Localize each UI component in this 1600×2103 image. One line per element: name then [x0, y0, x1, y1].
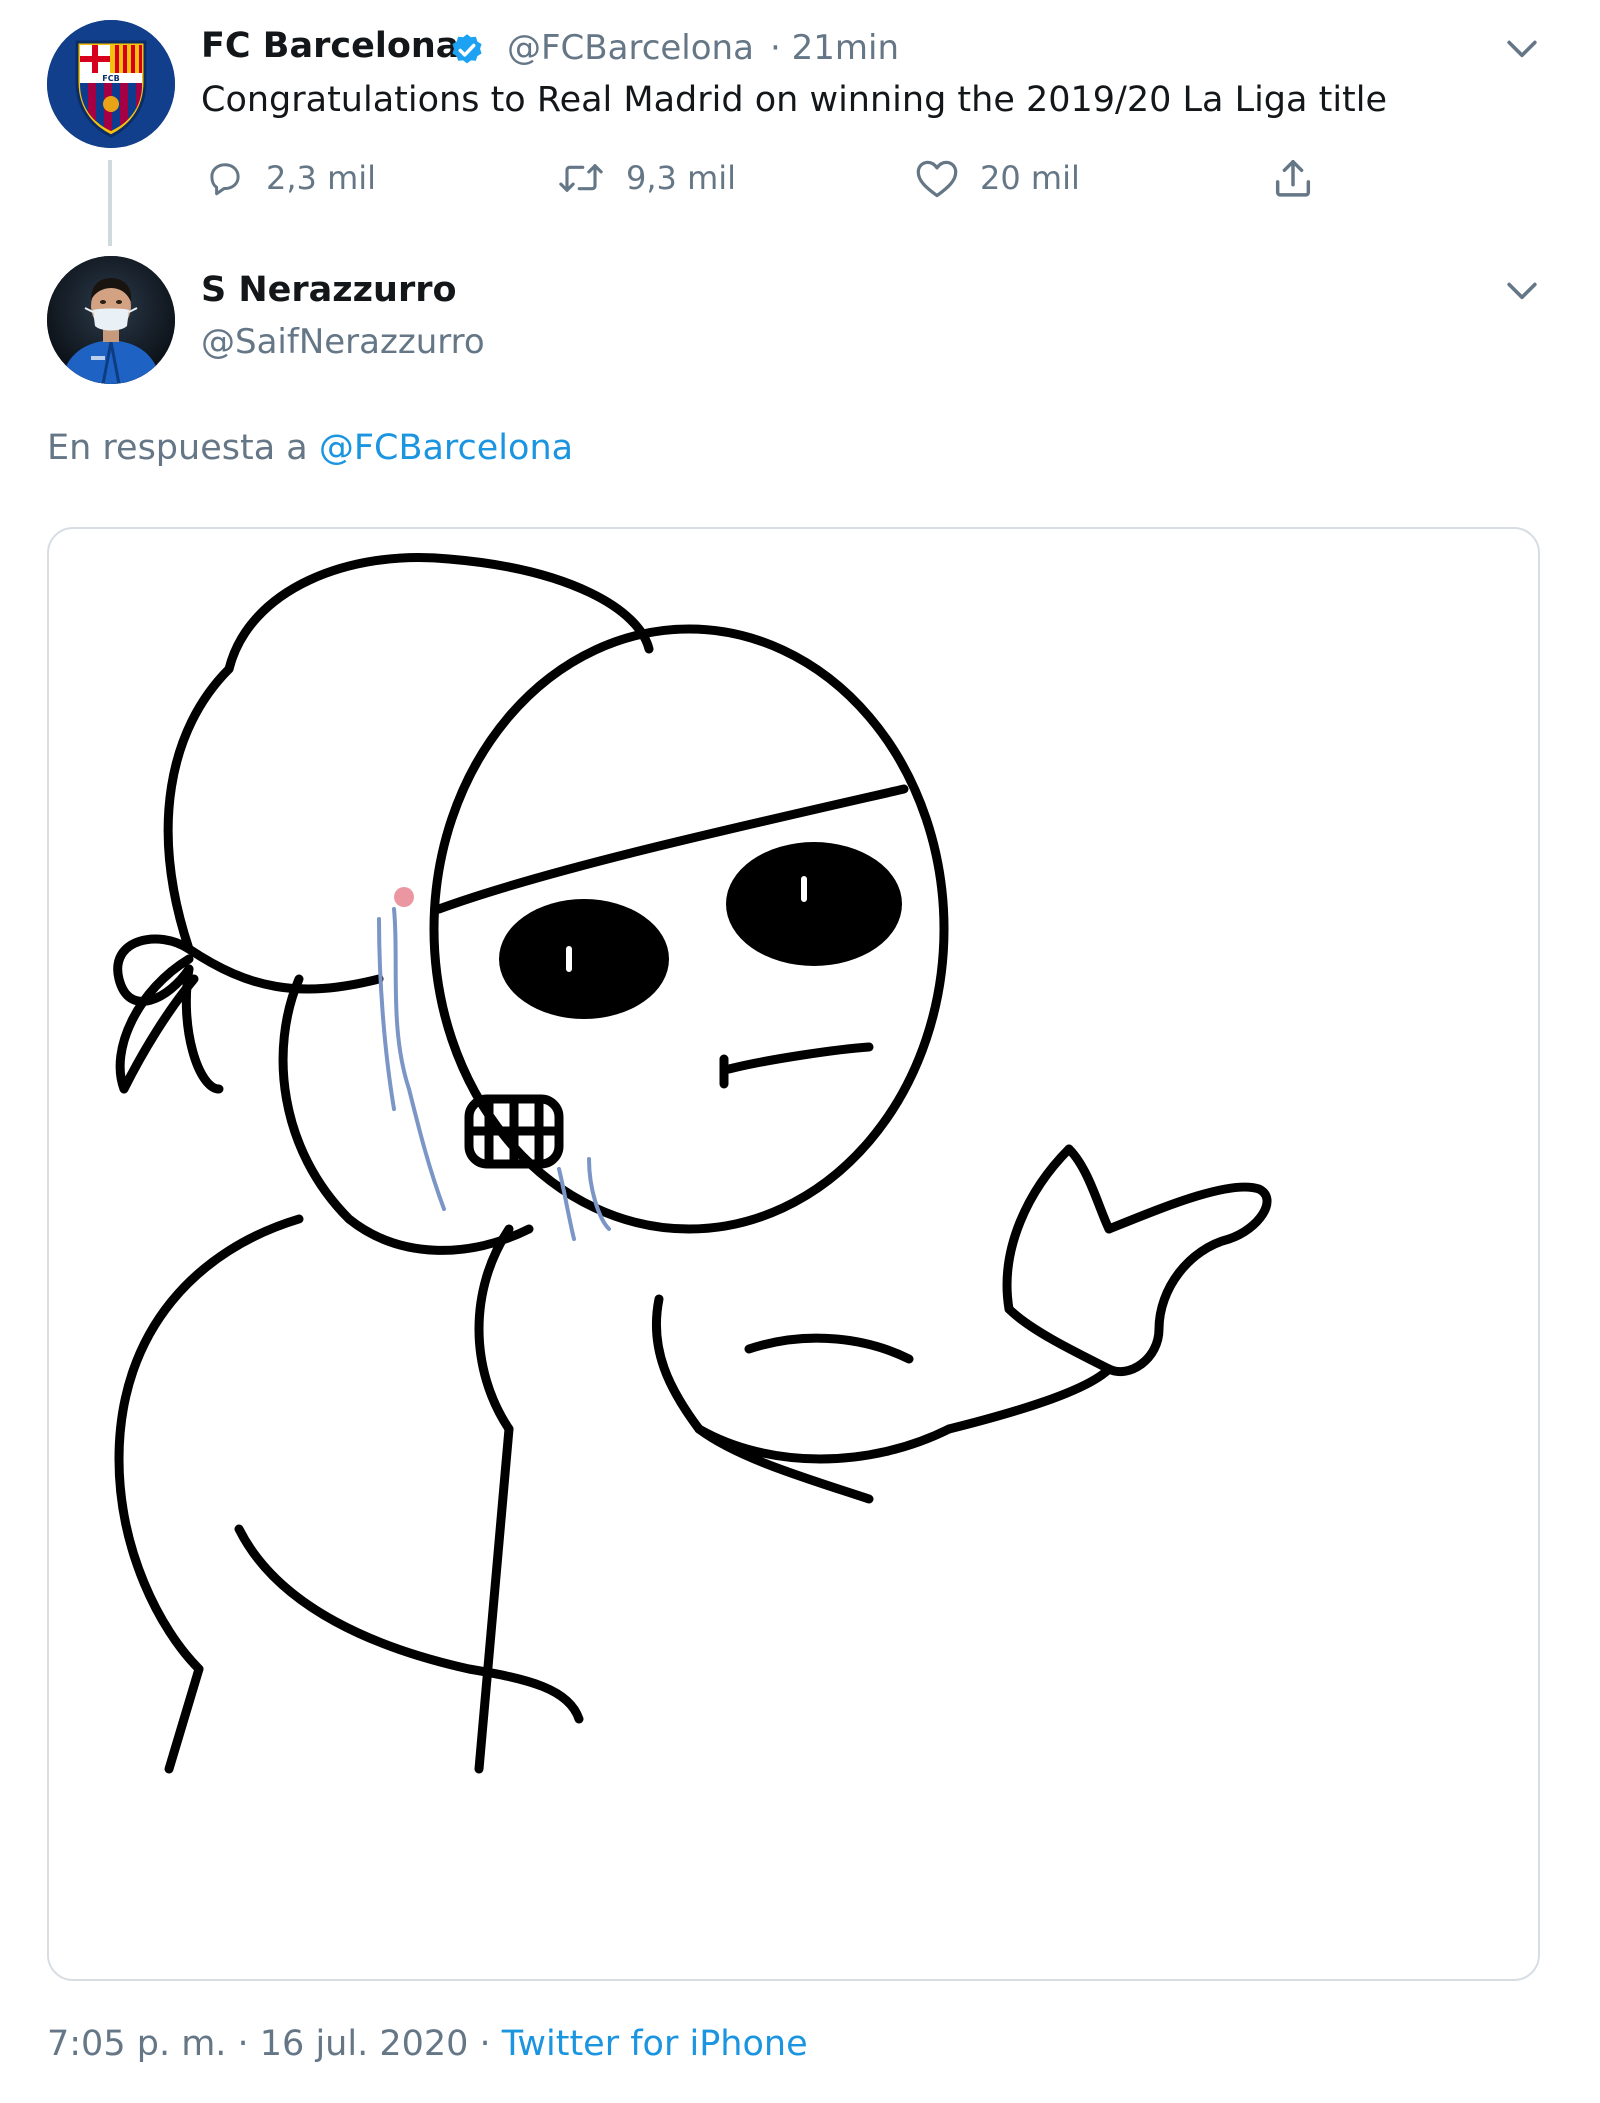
verified-badge-icon [452, 34, 482, 64]
chevron-down-icon[interactable] [1500, 26, 1544, 70]
parent-tweet-text: Congratulations to Real Madrid on winnin… [201, 80, 1388, 120]
reply-target-link[interactable]: @FCBarcelona [319, 428, 573, 468]
reply-prefix: En respuesta a [47, 428, 308, 468]
reply-display-name[interactable]: S Nerazzurro [201, 270, 457, 310]
replying-to-line: En respuesta a @FCBarcelona [47, 428, 573, 468]
fcbarcelona-avatar[interactable]: FCB [47, 20, 175, 148]
like-count: 20 mil [980, 159, 1080, 197]
parent-timestamp[interactable]: · 21min [770, 28, 899, 68]
reply-handle[interactable]: @SaifNerazzurro [201, 322, 485, 362]
thread-connector [108, 160, 112, 246]
reply-count: 2,3 mil [266, 159, 377, 197]
retweet-action[interactable]: 9,3 mil [556, 153, 736, 203]
meme-illustration [113, 553, 1272, 1774]
chevron-down-icon[interactable] [1500, 268, 1544, 312]
tweet-source-link[interactable]: Twitter for iPhone [502, 2024, 808, 2064]
retweet-icon [559, 164, 603, 192]
user-photo-icon [47, 256, 175, 384]
parent-handle[interactable]: @FCBarcelona [507, 28, 754, 68]
tweet-media-image[interactable] [47, 527, 1540, 1981]
heart-icon [916, 160, 958, 198]
reply-icon [210, 163, 240, 196]
like-action[interactable]: 20 mil [914, 153, 1080, 203]
reply-action[interactable]: 2,3 mil [204, 153, 376, 203]
share-action[interactable] [1270, 153, 1316, 203]
tweet-date[interactable]: 7:05 p. m. · 16 jul. 2020 · [47, 2024, 491, 2064]
parent-display-name[interactable]: FC Barcelona [201, 26, 459, 66]
share-icon [1275, 159, 1311, 197]
tweet-footer: 7:05 p. m. · 16 jul. 2020 · Twitter for … [47, 2024, 808, 2064]
crest-band-text: FCB [102, 74, 119, 83]
saifnerazzurro-avatar[interactable] [47, 256, 175, 384]
fcb-crest-icon: FCB [47, 20, 175, 148]
retweet-count: 9,3 mil [626, 159, 737, 197]
